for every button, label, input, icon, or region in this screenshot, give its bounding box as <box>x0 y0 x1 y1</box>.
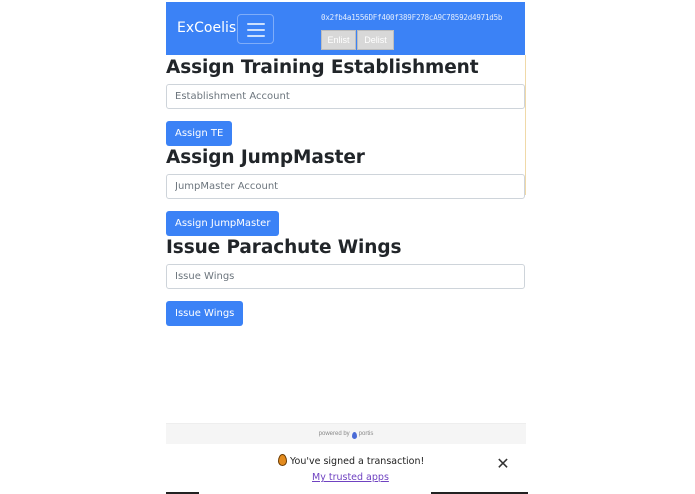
trusted-apps-link[interactable]: My trusted apps <box>312 472 389 483</box>
delist-button[interactable]: Delist <box>357 30 394 50</box>
app-viewport: ExCoelis 0x2fb4a1556DFf400f389F278cA9C78… <box>166 2 526 494</box>
transaction-toast: You've signed a transaction! My trusted … <box>166 444 526 494</box>
portis-brand: portis <box>358 431 374 437</box>
establishment-account-input[interactable] <box>166 84 525 109</box>
navbar-brand[interactable]: ExCoelis <box>177 20 236 36</box>
powered-by-label: powered by <box>318 431 350 437</box>
jumpmaster-account-input[interactable] <box>166 174 525 199</box>
menu-toggle-button[interactable] <box>237 14 274 44</box>
navbar: ExCoelis 0x2fb4a1556DFf400f389F278cA9C78… <box>166 2 525 55</box>
section-title-assign-jumpmaster: Assign JumpMaster <box>166 147 365 168</box>
toast-message-row: You've signed a transaction! <box>278 454 424 467</box>
issue-wings-input[interactable] <box>166 264 525 289</box>
portis-logo-icon <box>351 431 357 439</box>
flame-icon <box>278 454 287 466</box>
toast-message: You've signed a transaction! <box>290 456 425 467</box>
hamburger-icon <box>247 35 265 37</box>
assign-jumpmaster-button[interactable]: Assign JumpMaster <box>166 211 280 236</box>
enlist-button[interactable]: Enlist <box>321 30 356 50</box>
portis-footer: powered by portis <box>166 423 526 444</box>
issue-wings-button[interactable]: Issue Wings <box>166 301 244 326</box>
section-title-assign-te: Assign Training Establishment <box>166 57 479 78</box>
close-icon[interactable]: ✕ <box>496 456 510 472</box>
divider <box>525 55 526 195</box>
section-title-issue-wings: Issue Parachute Wings <box>166 237 402 258</box>
hamburger-icon <box>247 23 265 25</box>
assign-te-button[interactable]: Assign TE <box>166 121 233 146</box>
account-address: 0x2fb4a1556DFf400f389F278cA9C78592d4971d… <box>321 13 503 22</box>
hamburger-icon <box>247 29 265 31</box>
